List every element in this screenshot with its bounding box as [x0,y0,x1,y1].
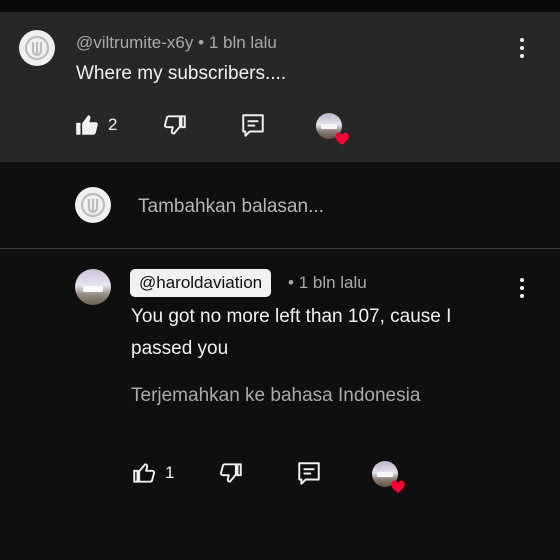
meta-separator: • [198,33,205,52]
comment-meta: • 1 bln lalu [288,273,367,293]
comment-text: You got no more left than 107, cause I p… [131,306,452,359]
comment-text: Where my subscribers.... [76,63,287,84]
like-button[interactable]: 1 [131,460,174,486]
thumbs-down-icon [219,463,242,483]
dislike-button[interactable] [218,460,244,486]
like-button[interactable]: 2 [74,112,117,138]
thumbs-up-icon [133,463,156,483]
highlighted-comment: @viltrumite-x6y • 1 bln lalu Where my su… [0,12,560,162]
reply-icon [242,114,264,137]
comment-more-button[interactable] [512,34,532,62]
like-count: 2 [108,115,118,134]
creator-heart-badge [372,461,405,493]
reply-comment: @haroldaviation • 1 bln lalu You got no … [0,249,560,560]
meta-separator: • [288,273,294,292]
top-bar [0,0,560,12]
comment-meta: @viltrumite-x6y • 1 bln lalu [76,33,277,53]
commenter-avatar[interactable] [75,269,111,305]
like-count: 1 [165,463,175,482]
thumbs-up-icon [76,115,98,135]
creator-heart-badge [316,113,349,145]
thumbs-down-icon [163,115,186,135]
reply-box: Tambahkan balasan... [0,162,560,249]
reply-button[interactable] [240,112,266,138]
reply-button[interactable] [296,460,322,486]
comment-author[interactable]: @viltrumite-x6y [76,33,193,52]
heart-icon [391,480,405,493]
viltrumite-logo-icon [80,192,106,218]
comment-author[interactable]: @haroldaviation [130,269,272,297]
commenter-avatar[interactable] [19,30,55,66]
comment-timestamp: 1 bln lalu [208,33,277,52]
reply-input[interactable]: Tambahkan balasan... [138,196,324,218]
reply-icon [298,462,320,485]
dislike-button[interactable] [162,112,188,138]
kebab-menu-icon [520,278,524,282]
viltrumite-logo-icon [24,35,50,61]
kebab-menu-icon [520,38,524,42]
heart-icon [335,132,349,145]
translate-link[interactable]: Terjemahkan ke bahasa Indonesia [131,385,420,407]
comment-more-button[interactable] [512,274,532,302]
user-avatar [75,187,111,223]
comment-timestamp: 1 bln lalu [298,273,367,292]
